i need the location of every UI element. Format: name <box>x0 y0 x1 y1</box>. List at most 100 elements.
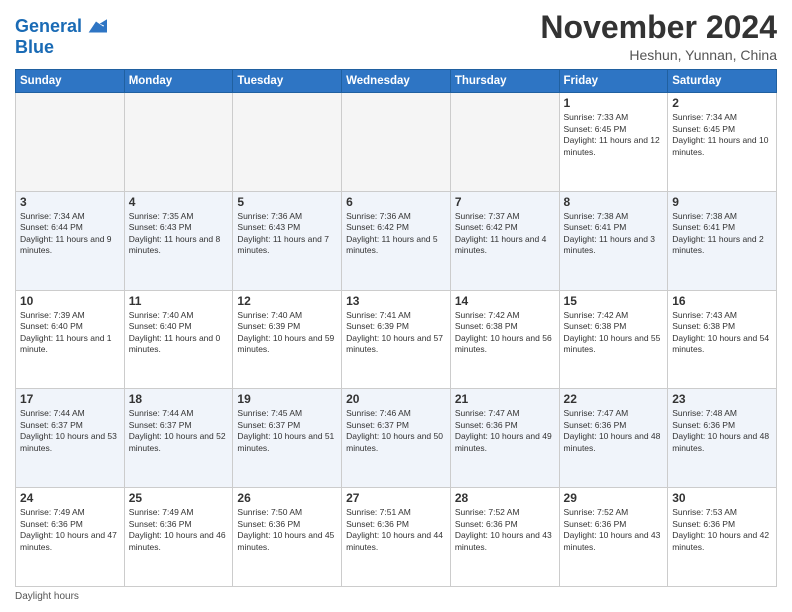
day-number: 24 <box>20 491 120 505</box>
day-info: Sunrise: 7:52 AM Sunset: 6:36 PM Dayligh… <box>564 507 664 553</box>
day-number: 18 <box>129 392 229 406</box>
calendar-header-row: SundayMondayTuesdayWednesdayThursdayFrid… <box>16 70 777 93</box>
col-header-friday: Friday <box>559 70 668 93</box>
day-number: 15 <box>564 294 664 308</box>
day-number: 26 <box>237 491 337 505</box>
day-info: Sunrise: 7:36 AM Sunset: 6:43 PM Dayligh… <box>237 211 337 257</box>
day-number: 17 <box>20 392 120 406</box>
calendar-cell: 18 Sunrise: 7:44 AM Sunset: 6:37 PM Dayli… <box>124 389 233 488</box>
day-info: Sunrise: 7:36 AM Sunset: 6:42 PM Dayligh… <box>346 211 446 257</box>
calendar-cell: 6 Sunrise: 7:36 AM Sunset: 6:42 PM Daylig… <box>342 191 451 290</box>
logo-icon <box>85 16 107 38</box>
day-info: Sunrise: 7:51 AM Sunset: 6:36 PM Dayligh… <box>346 507 446 553</box>
day-number: 22 <box>564 392 664 406</box>
col-header-sunday: Sunday <box>16 70 125 93</box>
calendar-cell <box>450 93 559 192</box>
day-info: Sunrise: 7:43 AM Sunset: 6:38 PM Dayligh… <box>672 310 772 356</box>
day-number: 11 <box>129 294 229 308</box>
col-header-thursday: Thursday <box>450 70 559 93</box>
day-info: Sunrise: 7:39 AM Sunset: 6:40 PM Dayligh… <box>20 310 120 356</box>
calendar-cell: 25Sunrise: 7:49 AM Sunset: 6:36 PM Dayli… <box>124 488 233 587</box>
calendar-cell: 8 Sunrise: 7:38 AM Sunset: 6:41 PM Daylig… <box>559 191 668 290</box>
day-number: 29 <box>564 491 664 505</box>
day-info: Sunrise: 7:49 AM Sunset: 6:36 PM Dayligh… <box>129 507 229 553</box>
calendar-cell: 23 Sunrise: 7:48 AM Sunset: 6:36 PM Dayli… <box>668 389 777 488</box>
month-title: November 2024 <box>540 10 777 45</box>
day-number: 2 <box>672 96 772 110</box>
calendar-cell: 21 Sunrise: 7:47 AM Sunset: 6:36 PM Dayli… <box>450 389 559 488</box>
calendar-cell <box>233 93 342 192</box>
day-number: 12 <box>237 294 337 308</box>
calendar-table: SundayMondayTuesdayWednesdayThursdayFrid… <box>15 69 777 587</box>
day-info: Sunrise: 7:44 AM Sunset: 6:37 PM Dayligh… <box>20 408 120 454</box>
calendar-cell: 13 Sunrise: 7:41 AM Sunset: 6:39 PM Dayli… <box>342 290 451 389</box>
calendar-cell: 9 Sunrise: 7:38 AM Sunset: 6:41 PM Daylig… <box>668 191 777 290</box>
day-info: Sunrise: 7:34 AM Sunset: 6:44 PM Dayligh… <box>20 211 120 257</box>
calendar-cell: 11Sunrise: 7:40 AM Sunset: 6:40 PM Dayli… <box>124 290 233 389</box>
location: Heshun, Yunnan, China <box>540 47 777 63</box>
col-header-tuesday: Tuesday <box>233 70 342 93</box>
day-info: Sunrise: 7:35 AM Sunset: 6:43 PM Dayligh… <box>129 211 229 257</box>
page: General Blue November 2024 Heshun, Yunna… <box>0 0 792 612</box>
day-number: 9 <box>672 195 772 209</box>
logo: General Blue <box>15 16 107 58</box>
calendar-cell: 1Sunrise: 7:33 AM Sunset: 6:45 PM Daylig… <box>559 93 668 192</box>
calendar-cell: 5 Sunrise: 7:36 AM Sunset: 6:43 PM Daylig… <box>233 191 342 290</box>
calendar-cell: 20Sunrise: 7:46 AM Sunset: 6:37 PM Dayli… <box>342 389 451 488</box>
day-number: 28 <box>455 491 555 505</box>
calendar-cell: 15 Sunrise: 7:42 AM Sunset: 6:38 PM Dayli… <box>559 290 668 389</box>
calendar-cell: 16 Sunrise: 7:43 AM Sunset: 6:38 PM Dayli… <box>668 290 777 389</box>
calendar-week-4: 17 Sunrise: 7:44 AM Sunset: 6:37 PM Dayli… <box>16 389 777 488</box>
calendar-week-3: 10Sunrise: 7:39 AM Sunset: 6:40 PM Dayli… <box>16 290 777 389</box>
day-info: Sunrise: 7:41 AM Sunset: 6:39 PM Dayligh… <box>346 310 446 356</box>
day-number: 8 <box>564 195 664 209</box>
calendar-cell: 22 Sunrise: 7:47 AM Sunset: 6:36 PM Dayli… <box>559 389 668 488</box>
calendar-cell <box>124 93 233 192</box>
day-info: Sunrise: 7:48 AM Sunset: 6:36 PM Dayligh… <box>672 408 772 454</box>
day-info: Sunrise: 7:38 AM Sunset: 6:41 PM Dayligh… <box>564 211 664 257</box>
calendar-week-2: 3 Sunrise: 7:34 AM Sunset: 6:44 PM Daylig… <box>16 191 777 290</box>
day-number: 30 <box>672 491 772 505</box>
calendar-cell: 17 Sunrise: 7:44 AM Sunset: 6:37 PM Dayli… <box>16 389 125 488</box>
day-number: 16 <box>672 294 772 308</box>
day-number: 5 <box>237 195 337 209</box>
calendar-cell: 4 Sunrise: 7:35 AM Sunset: 6:43 PM Daylig… <box>124 191 233 290</box>
day-number: 23 <box>672 392 772 406</box>
day-info: Sunrise: 7:44 AM Sunset: 6:37 PM Dayligh… <box>129 408 229 454</box>
day-number: 14 <box>455 294 555 308</box>
day-number: 21 <box>455 392 555 406</box>
day-info: Sunrise: 7:42 AM Sunset: 6:38 PM Dayligh… <box>455 310 555 356</box>
day-number: 4 <box>129 195 229 209</box>
calendar-cell: 14 Sunrise: 7:42 AM Sunset: 6:38 PM Dayli… <box>450 290 559 389</box>
day-info: Sunrise: 7:47 AM Sunset: 6:36 PM Dayligh… <box>564 408 664 454</box>
calendar-cell: 28 Sunrise: 7:52 AM Sunset: 6:36 PM Dayli… <box>450 488 559 587</box>
day-number: 27 <box>346 491 446 505</box>
day-number: 3 <box>20 195 120 209</box>
logo-line2: Blue <box>15 38 107 58</box>
day-number: 13 <box>346 294 446 308</box>
day-info: Sunrise: 7:38 AM Sunset: 6:41 PM Dayligh… <box>672 211 772 257</box>
day-info: Sunrise: 7:47 AM Sunset: 6:36 PM Dayligh… <box>455 408 555 454</box>
title-block: November 2024 Heshun, Yunnan, China <box>540 10 777 63</box>
day-info: Sunrise: 7:50 AM Sunset: 6:36 PM Dayligh… <box>237 507 337 553</box>
day-number: 6 <box>346 195 446 209</box>
footer-note: Daylight hours <box>15 591 777 602</box>
day-info: Sunrise: 7:53 AM Sunset: 6:36 PM Dayligh… <box>672 507 772 553</box>
logo-line1: General <box>15 17 82 37</box>
day-info: Sunrise: 7:52 AM Sunset: 6:36 PM Dayligh… <box>455 507 555 553</box>
calendar-cell: 19Sunrise: 7:45 AM Sunset: 6:37 PM Dayli… <box>233 389 342 488</box>
calendar-cell: 12Sunrise: 7:40 AM Sunset: 6:39 PM Dayli… <box>233 290 342 389</box>
header: General Blue November 2024 Heshun, Yunna… <box>15 10 777 63</box>
calendar-cell: 29 Sunrise: 7:52 AM Sunset: 6:36 PM Dayli… <box>559 488 668 587</box>
calendar-cell: 2Sunrise: 7:34 AM Sunset: 6:45 PM Daylig… <box>668 93 777 192</box>
calendar-week-5: 24 Sunrise: 7:49 AM Sunset: 6:36 PM Dayli… <box>16 488 777 587</box>
day-number: 19 <box>237 392 337 406</box>
calendar-cell: 24 Sunrise: 7:49 AM Sunset: 6:36 PM Dayli… <box>16 488 125 587</box>
day-number: 7 <box>455 195 555 209</box>
day-info: Sunrise: 7:49 AM Sunset: 6:36 PM Dayligh… <box>20 507 120 553</box>
day-info: Sunrise: 7:42 AM Sunset: 6:38 PM Dayligh… <box>564 310 664 356</box>
calendar-cell: 27 Sunrise: 7:51 AM Sunset: 6:36 PM Dayli… <box>342 488 451 587</box>
col-header-saturday: Saturday <box>668 70 777 93</box>
calendar-cell: 26 Sunrise: 7:50 AM Sunset: 6:36 PM Dayli… <box>233 488 342 587</box>
calendar-cell <box>342 93 451 192</box>
